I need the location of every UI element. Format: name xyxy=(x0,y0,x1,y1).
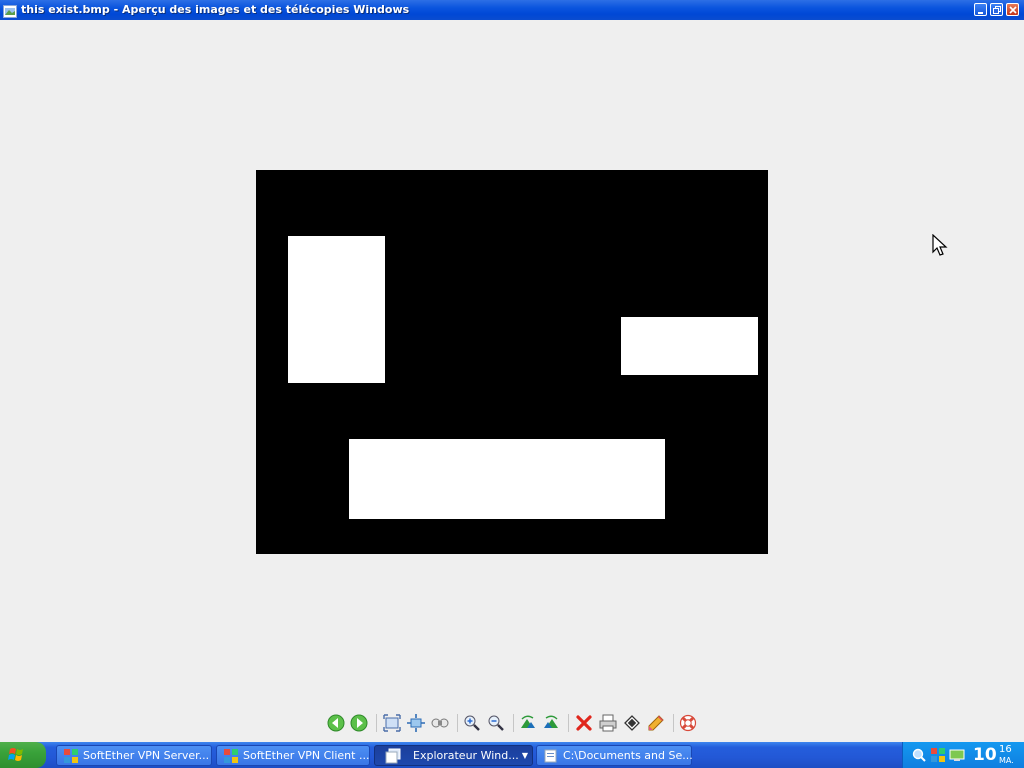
taskbar: SoftEther VPN Server... SoftEther VPN Cl… xyxy=(0,742,1024,768)
minimize-button[interactable] xyxy=(974,3,987,16)
clock-ampm: MA. xyxy=(999,756,1014,765)
toolbar-separator xyxy=(568,714,569,732)
next-image-button[interactable] xyxy=(349,713,369,733)
help-lifebuoy-icon xyxy=(679,714,697,732)
windows-logo-icon xyxy=(8,748,23,761)
next-arrow-icon xyxy=(350,714,368,732)
best-fit-button[interactable] xyxy=(382,713,402,733)
previous-arrow-icon xyxy=(327,714,345,732)
taskbar-item-softether-server[interactable]: SoftEther VPN Server... xyxy=(56,745,212,766)
toolbar-separator xyxy=(376,714,377,732)
restore-button[interactable] xyxy=(990,3,1003,16)
previous-image-button[interactable] xyxy=(326,713,346,733)
toolbar-separator xyxy=(673,714,674,732)
close-icon xyxy=(1009,6,1017,14)
taskbar-item-label: SoftEther VPN Server... xyxy=(83,749,210,762)
delete-button[interactable] xyxy=(574,713,594,733)
explorer-group-icon xyxy=(385,748,401,764)
toolbar-separator xyxy=(513,714,514,732)
white-rectangle-bottom xyxy=(349,439,665,519)
help-button[interactable] xyxy=(678,713,698,733)
zoom-in-icon xyxy=(464,715,480,731)
window-title: this exist.bmp - Aperçu des images et de… xyxy=(21,3,410,16)
copy-to-button[interactable] xyxy=(622,713,642,733)
actual-size-icon xyxy=(407,714,425,732)
white-rectangle-right xyxy=(621,317,758,375)
rotate-clockwise-icon xyxy=(521,715,535,728)
minimize-icon xyxy=(978,12,983,14)
taskbar-item-softether-client[interactable]: SoftEther VPN Client ... xyxy=(216,745,370,766)
system-tray: 10 16 MA. xyxy=(902,742,1024,768)
clock-hour: 10 xyxy=(973,745,997,765)
softether-icon xyxy=(224,749,238,763)
copy-disk-icon xyxy=(624,715,640,731)
rotate-clockwise-button[interactable] xyxy=(518,713,538,733)
restore-icon xyxy=(993,6,1001,14)
mouse-cursor-icon xyxy=(932,234,948,256)
image-viewer-app-icon[interactable] xyxy=(3,3,17,18)
rotate-counterclockwise-icon xyxy=(544,715,558,728)
toolbar-separator xyxy=(457,714,458,732)
white-rectangle-tall xyxy=(288,236,385,383)
edit-pencil-icon xyxy=(648,715,664,731)
chevron-down-icon[interactable]: ▼ xyxy=(522,751,528,760)
best-fit-icon xyxy=(383,714,401,732)
delete-icon xyxy=(576,715,592,731)
edit-button[interactable] xyxy=(646,713,666,733)
rotate-counterclockwise-button[interactable] xyxy=(541,713,561,733)
taskbar-item-documents-folder[interactable]: C:\Documents and Se... xyxy=(536,745,693,766)
zoom-in-button[interactable] xyxy=(462,713,482,733)
softether-icon xyxy=(64,749,78,763)
taskbar-item-label: C:\Documents and Se... xyxy=(563,749,693,762)
monitor-tray-icon[interactable] xyxy=(949,747,965,763)
taskbar-item-explorer-group[interactable]: Explorateur Wind... ▼ xyxy=(374,745,533,766)
start-button[interactable] xyxy=(0,742,46,768)
clock-minute: 16 xyxy=(999,744,1012,755)
viewer-toolbar xyxy=(324,711,704,735)
actual-size-button[interactable] xyxy=(406,713,426,733)
title-bar[interactable]: this exist.bmp - Aperçu des images et de… xyxy=(0,0,1024,20)
print-icon xyxy=(599,714,617,732)
taskbar-item-label: Explorateur Wind... xyxy=(413,749,519,762)
folder-icon xyxy=(544,749,557,763)
close-button[interactable] xyxy=(1006,3,1019,16)
taskbar-item-label: SoftEther VPN Client ... xyxy=(243,749,370,762)
zoom-out-button[interactable] xyxy=(486,713,506,733)
slideshow-button[interactable] xyxy=(430,713,450,733)
slideshow-icon xyxy=(431,718,449,728)
zoom-out-icon xyxy=(488,715,504,731)
search-tray-icon[interactable] xyxy=(911,747,927,763)
network-tray-icon[interactable] xyxy=(930,747,946,763)
displayed-image xyxy=(256,170,768,554)
print-button[interactable] xyxy=(598,713,618,733)
